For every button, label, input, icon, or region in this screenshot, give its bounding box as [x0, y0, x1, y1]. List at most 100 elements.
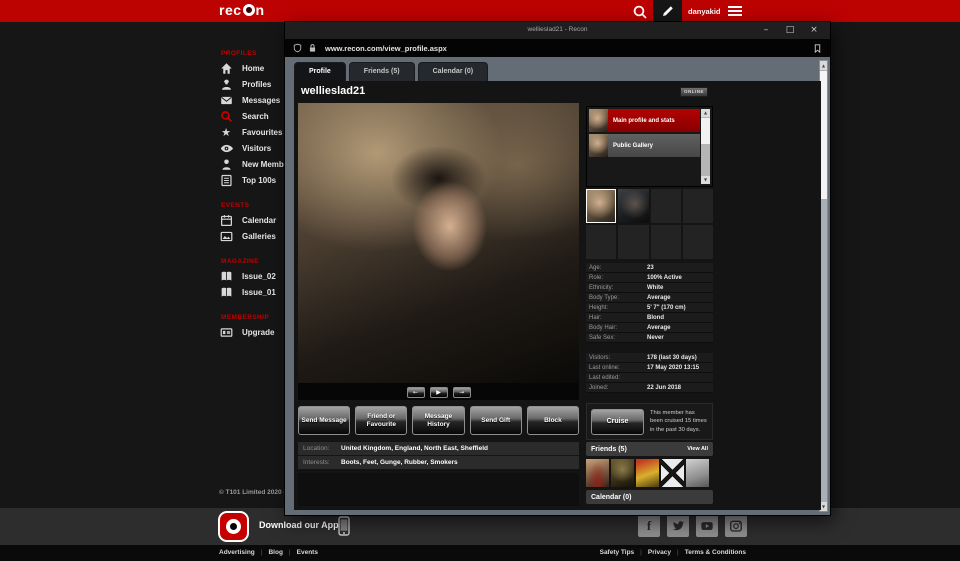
calendar-header: Calendar (0)	[586, 490, 713, 504]
friend-or-favourite-button[interactable]: Friend or Favourite	[355, 406, 407, 435]
stat-row: Hair:Blond	[586, 313, 713, 323]
friend-thumbnail[interactable]	[661, 459, 684, 487]
photo-thumbnail-empty	[651, 225, 681, 259]
maximize-button[interactable]: □	[778, 22, 802, 39]
eye-icon	[219, 142, 233, 155]
footer-links-bar: Advertising | Blog | Events Safety Tips …	[0, 545, 960, 561]
friend-thumbnail[interactable]	[686, 459, 709, 487]
footer-links-right: Safety Tips | Privacy | Terms & Conditio…	[600, 549, 746, 556]
scroll-down-arrow[interactable]: ▼	[820, 502, 827, 511]
section-main-profile[interactable]: Main profile and stats	[589, 109, 700, 132]
instagram-icon[interactable]	[725, 515, 747, 537]
recon-app-icon[interactable]	[218, 511, 249, 542]
compose-icon[interactable]	[653, 0, 682, 22]
star-icon: ★	[219, 127, 233, 138]
download-app-text[interactable]: Download our App	[259, 520, 339, 530]
gallery-icon	[219, 230, 233, 243]
view-all-link[interactable]: View All	[687, 446, 708, 452]
profiles-icon	[219, 78, 233, 91]
friend-thumbnail[interactable]	[636, 459, 659, 487]
send-gift-button[interactable]: Send Gift	[470, 406, 522, 435]
site-info-icon[interactable]	[293, 43, 302, 53]
photo-thumbnail-empty	[683, 189, 713, 223]
terms-link[interactable]: Terms & Conditions	[685, 549, 746, 556]
section-thumbnail	[589, 109, 608, 132]
cruise-section: Cruise This member has been cruised 15 t…	[586, 403, 713, 440]
minimize-button[interactable]: –	[754, 22, 778, 39]
logo-text-pre: rec	[219, 2, 242, 18]
section-list-scrollbar[interactable]: ▲ ▼	[701, 109, 710, 184]
window-controls: – □ ×	[754, 22, 826, 39]
photo-thumbnail-selected[interactable]	[586, 189, 616, 223]
window-content: ▲ ▼ Profile Friends (5) Calendar (0) wel…	[285, 57, 830, 515]
stat-row: Age:23	[586, 263, 713, 273]
url-bar: www.recon.com/view_profile.aspx	[285, 39, 830, 57]
photo-prev-button[interactable]: ←	[407, 387, 425, 398]
facebook-icon[interactable]: f	[638, 515, 660, 537]
close-button[interactable]: ×	[802, 22, 826, 39]
stat-row: Body Hair:Average	[586, 323, 713, 333]
stats-table: Age:23 Role:100% Active Ethnicity:White …	[586, 263, 713, 343]
photo-viewer: ← ▶ →	[298, 103, 579, 400]
search-red-icon	[219, 110, 233, 123]
stat-row: Height:5' 7" (170 cm)	[586, 303, 713, 313]
left-column-fill	[298, 473, 579, 506]
send-message-button[interactable]: Send Message	[298, 406, 350, 435]
tab-profile[interactable]: Profile	[294, 62, 346, 81]
privacy-link[interactable]: Privacy	[648, 549, 671, 556]
profile-photo[interactable]	[298, 103, 579, 383]
photo-thumbnail-empty	[618, 225, 648, 259]
scrollbar-thumb[interactable]	[701, 118, 710, 144]
recon-logo[interactable]: recn	[219, 2, 265, 18]
photo-next-button[interactable]: →	[453, 387, 471, 398]
section-public-gallery[interactable]: Public Gallery	[589, 134, 700, 157]
url-text[interactable]: www.recon.com/view_profile.aspx	[325, 44, 447, 53]
stat-row: Ethnicity:White	[586, 283, 713, 293]
safety-tips-link[interactable]: Safety Tips	[600, 549, 635, 556]
twitter-icon[interactable]	[667, 515, 689, 537]
friend-thumbnail[interactable]	[586, 459, 609, 487]
advertising-link[interactable]: Advertising	[219, 549, 255, 556]
blog-link[interactable]: Blog	[268, 549, 282, 556]
location-row: Location: United Kingdom, England, North…	[298, 442, 579, 456]
person-icon	[219, 158, 233, 171]
bookmark-icon[interactable]	[813, 43, 822, 54]
scroll-down-arrow[interactable]: ▼	[701, 176, 710, 184]
profile-tabs: Profile Friends (5) Calendar (0)	[294, 62, 488, 81]
youtube-icon[interactable]	[696, 515, 718, 537]
activity-row: Visitors:178 (last 30 days)	[586, 353, 713, 363]
location-interests: Location: United Kingdom, England, North…	[298, 442, 579, 471]
cruise-note: This member has been cruised 15 times in…	[650, 409, 708, 433]
events-link[interactable]: Events	[297, 549, 318, 556]
photo-thumbnail[interactable]	[618, 189, 648, 223]
cruise-button[interactable]: Cruise	[591, 409, 644, 435]
search-icon[interactable]	[632, 4, 648, 20]
profile-username: wellieslad21	[301, 85, 365, 97]
section-thumbnail	[589, 134, 608, 157]
message-history-button[interactable]: Message History	[412, 406, 464, 435]
tab-friends[interactable]: Friends (5)	[349, 62, 415, 81]
photo-thumbnail-grid	[586, 189, 713, 259]
footer-links-left: Advertising | Blog | Events	[219, 549, 318, 556]
logged-in-username[interactable]: danyakid	[688, 7, 721, 16]
photo-nav: ← ▶ →	[298, 387, 579, 398]
logo-text-post: n	[256, 2, 265, 18]
tab-calendar[interactable]: Calendar (0)	[418, 62, 488, 81]
profile-panel: wellieslad21 ONLINE ← ▶ → Send Message F…	[294, 81, 821, 510]
scrollbar-thumb[interactable]	[820, 71, 827, 199]
menu-icon[interactable]	[728, 6, 742, 18]
lock-icon	[308, 43, 317, 53]
scroll-up-arrow[interactable]: ▲	[820, 61, 827, 70]
card-icon	[219, 326, 233, 339]
activity-row: Last edited:	[586, 373, 713, 383]
envelope-icon	[219, 94, 233, 107]
calendar-icon	[219, 214, 233, 227]
block-button[interactable]: Block	[527, 406, 579, 435]
home-icon	[219, 62, 233, 75]
window-title-bar[interactable]: wellieslad21 - Recon – □ ×	[285, 22, 830, 39]
list-icon	[219, 174, 233, 187]
friend-thumbnail[interactable]	[611, 459, 634, 487]
photo-thumbnail-empty	[651, 189, 681, 223]
scroll-up-arrow[interactable]: ▲	[701, 109, 710, 117]
photo-play-button[interactable]: ▶	[430, 387, 448, 398]
